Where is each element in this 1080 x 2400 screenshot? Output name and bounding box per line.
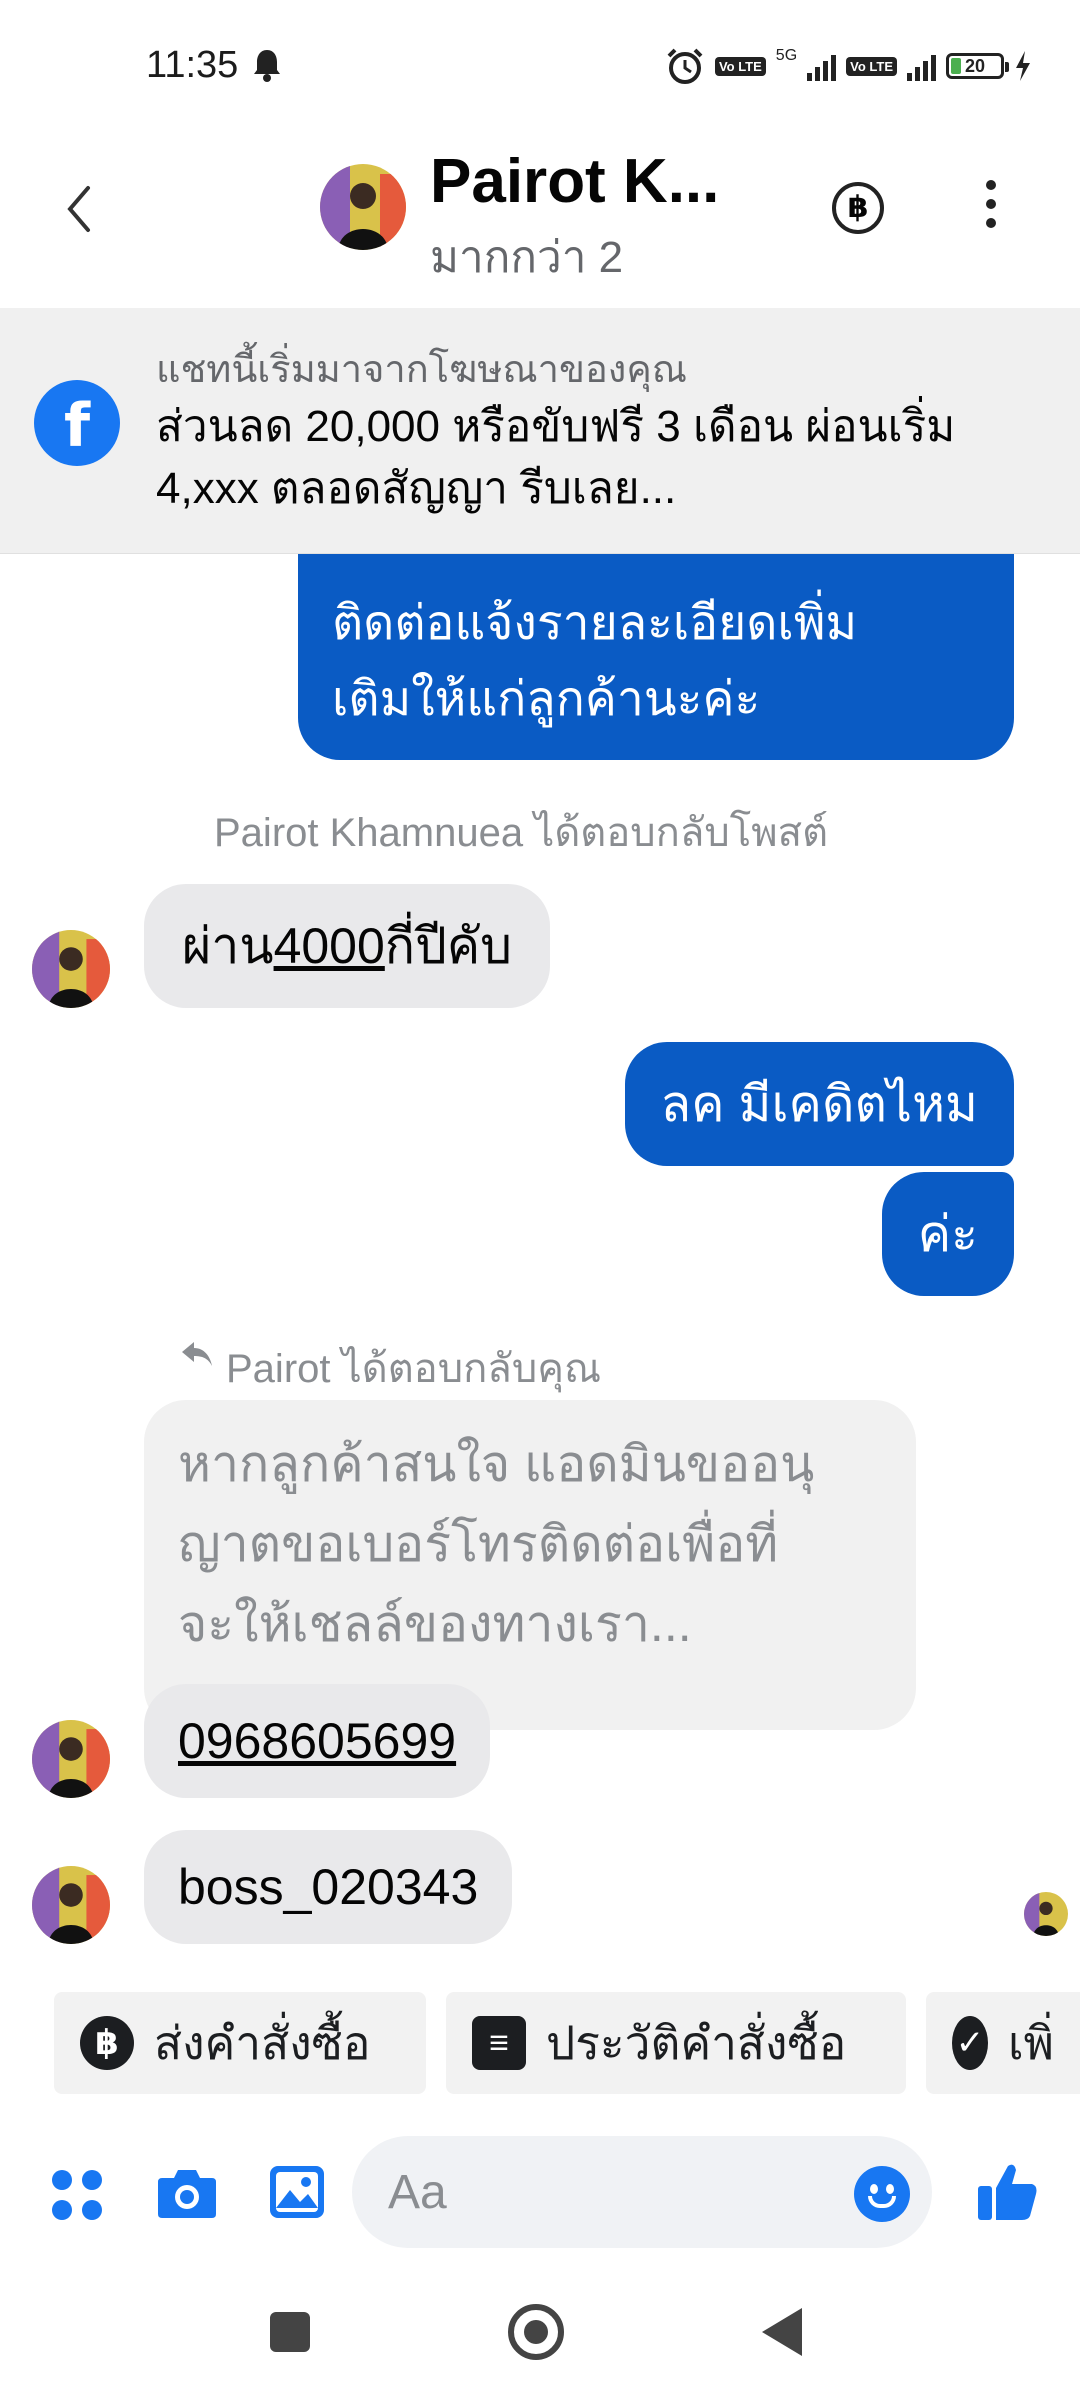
signal-icon: [807, 51, 837, 81]
contact-name[interactable]: Pairot K...: [430, 146, 719, 217]
charging-icon: [1016, 51, 1030, 81]
quoted-text-line: หากลูกค้าสนใจ แอดมินขออนุ: [178, 1436, 815, 1492]
price-link[interactable]: 4000: [274, 917, 385, 975]
back-button[interactable]: [762, 2308, 802, 2356]
alarm-icon: [667, 48, 703, 84]
chevron-left-icon[interactable]: [64, 184, 94, 234]
status-icons: Vo LTE 5G Vo LTE 20: [665, 46, 1032, 86]
emoji-icon[interactable]: [854, 2166, 910, 2222]
ad-origin-banner[interactable]: f แชทนี้เริ่มมาจากโฆษณาของคุณ ส่วนลด 20,…: [0, 308, 1080, 554]
ad-origin-label: แชทนี้เริ่มมาจากโฆษณาของคุณ: [156, 349, 688, 391]
reply-header: Pairot ได้ตอบกลับคุณ: [226, 1347, 602, 1391]
incoming-message-bubble[interactable]: ผ่าน 4000 กี่ปีคับ: [144, 884, 550, 1008]
apps-icon[interactable]: [50, 2168, 104, 2222]
sender-avatar[interactable]: [32, 1866, 110, 1944]
add-button[interactable]: ✓ เพิ่: [926, 1992, 1080, 2094]
network-type: 5G: [775, 47, 798, 64]
quoted-message[interactable]: หากลูกค้าสนใจ แอดมินขออนุ ญาตขอเบอร์โทรต…: [144, 1400, 916, 1730]
quoted-text-line: ญาตขอเบอร์โทรติดต่อเพื่อที่: [178, 1516, 779, 1572]
send-order-button[interactable]: ฿ ส่งคำสั่งซื้อ: [54, 1992, 426, 2094]
message-text: ผ่าน: [182, 917, 274, 974]
contact-avatar[interactable]: [320, 164, 406, 250]
reply-arrow-icon: [182, 1342, 212, 1366]
reply-notice: Pairot Khamnuea ได้ตอบกลับโพสต์: [214, 811, 829, 855]
chat-header: Pairot K... มากกว่า 2 ฿: [0, 140, 1080, 310]
sender-avatar[interactable]: [32, 930, 110, 1008]
signal-icon-2: [907, 51, 936, 81]
sender-avatar[interactable]: [32, 1720, 110, 1798]
battery-icon: 20: [946, 53, 1009, 79]
thumbs-up-icon[interactable]: [976, 2160, 1040, 2224]
baht-circle-icon[interactable]: ฿: [832, 182, 884, 234]
notification-bell-icon: [254, 50, 280, 82]
more-vertical-icon[interactable]: [986, 180, 996, 237]
volte-badge: Vo LTE: [714, 56, 766, 76]
list-document-icon: ≡: [472, 2016, 526, 2070]
facebook-icon: f: [34, 380, 120, 466]
home-button[interactable]: [508, 2304, 564, 2360]
phone-number-link[interactable]: 0968605699: [144, 1684, 491, 1798]
ad-title: ส่วนลด 20,000 หรือขับฟรี 3 เดือน ผ่อนเริ…: [156, 402, 956, 513]
message-input[interactable]: [386, 2160, 830, 2224]
outgoing-message-bubble[interactable]: ลค มีเคดิตไหม: [624, 1042, 1014, 1166]
seen-avatar: [1024, 1892, 1068, 1936]
message-composer[interactable]: [352, 2136, 932, 2248]
recent-apps-button[interactable]: [270, 2312, 310, 2352]
baht-circle-icon: ฿: [80, 2016, 134, 2070]
quoted-text-line: จะให้เชลล์ของทางเรา...: [178, 1596, 692, 1652]
contact-status: มากกว่า 2: [430, 233, 624, 282]
message-text-suffix: กี่ปีคับ: [384, 917, 512, 974]
check-circle-icon: ✓: [952, 2016, 988, 2070]
message-text-line: เติมให้แก่ลูกค้านะค่ะ: [332, 673, 761, 726]
chip-label: เพิ่: [1007, 2016, 1054, 2069]
status-time: 11:35: [146, 44, 239, 86]
volte-badge-2: Vo LTE: [846, 56, 897, 76]
image-icon[interactable]: [268, 2164, 326, 2220]
outgoing-message-bubble[interactable]: ค่ะ: [881, 1172, 1014, 1296]
chip-label: ประวัติคำสั่งซื้อ: [546, 2016, 847, 2069]
order-history-button[interactable]: ≡ ประวัติคำสั่งซื้อ: [446, 1992, 906, 2094]
chip-label: ส่งคำสั่งซื้อ: [154, 2016, 371, 2069]
camera-icon[interactable]: [156, 2164, 218, 2220]
incoming-message-bubble[interactable]: boss_020343: [144, 1830, 513, 1944]
message-text-line: ติดต่อแจ้งรายละเอียดเพิ่ม: [332, 597, 858, 650]
